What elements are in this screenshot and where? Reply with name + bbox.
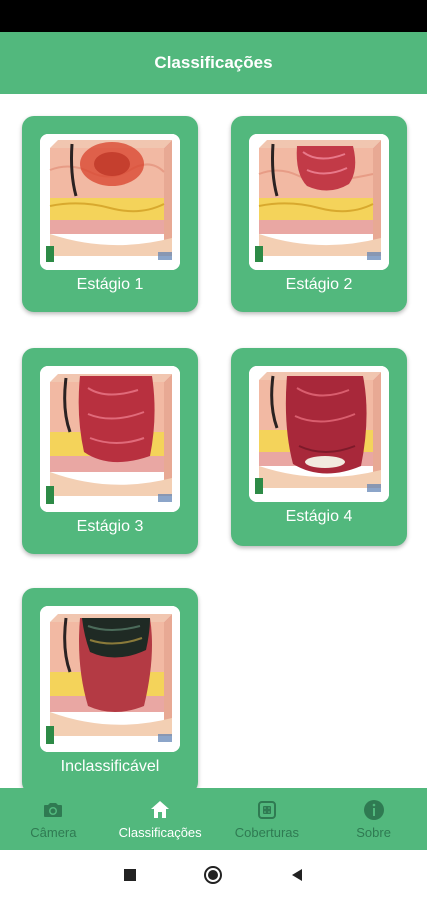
- stage-1-card[interactable]: Estágio 1: [22, 116, 198, 312]
- camera-icon: [44, 803, 63, 817]
- info-icon: [363, 800, 384, 820]
- nav-item-coverings[interactable]: Coberturas: [214, 788, 321, 850]
- nav-label-classifications: Classificações: [118, 825, 202, 840]
- bandage-icon: [257, 801, 276, 819]
- page-title: Classificações: [154, 53, 273, 72]
- stage-2-illustration: [249, 134, 389, 270]
- stage-1-label: Estágio 1: [76, 276, 144, 293]
- stage-4-illustration: [249, 366, 389, 502]
- system-navigation-bar: [0, 850, 427, 900]
- stage-1-illustration: [40, 134, 180, 270]
- nav-item-camera[interactable]: Câmera: [0, 788, 107, 850]
- classification-grid: Estágio 1 Estágio 2 Estágio 3 Estágio 4 …: [0, 94, 427, 788]
- status-bar: [0, 0, 427, 32]
- nav-item-about[interactable]: Sobre: [320, 788, 427, 850]
- stage-3-illustration: [40, 366, 180, 512]
- stage-2-card[interactable]: Estágio 2: [231, 116, 407, 312]
- unstageable-illustration: [40, 606, 180, 752]
- nav-label-about: Sobre: [356, 825, 391, 840]
- home-circle-icon[interactable]: [203, 865, 223, 885]
- home-icon: [151, 801, 170, 818]
- stage-3-label: Estágio 3: [76, 518, 144, 535]
- nav-label-camera: Câmera: [30, 825, 77, 840]
- nav-item-classifications[interactable]: Classificações: [107, 788, 214, 850]
- unstageable-card[interactable]: Inclassificável: [22, 588, 198, 788]
- app-bar: Classificações: [0, 32, 427, 94]
- stage-4-label: Estágio 4: [285, 508, 353, 525]
- stage-4-card[interactable]: Estágio 4: [231, 348, 407, 546]
- unstageable-label: Inclassificável: [60, 758, 160, 775]
- stage-3-card[interactable]: Estágio 3: [22, 348, 198, 554]
- recents-icon[interactable]: [123, 868, 137, 882]
- stage-2-label: Estágio 2: [285, 276, 353, 293]
- nav-label-coverings: Coberturas: [234, 825, 300, 840]
- bottom-navigation: Câmera Classificações Coberturas Sobre: [0, 788, 427, 850]
- back-icon[interactable]: [290, 868, 304, 882]
